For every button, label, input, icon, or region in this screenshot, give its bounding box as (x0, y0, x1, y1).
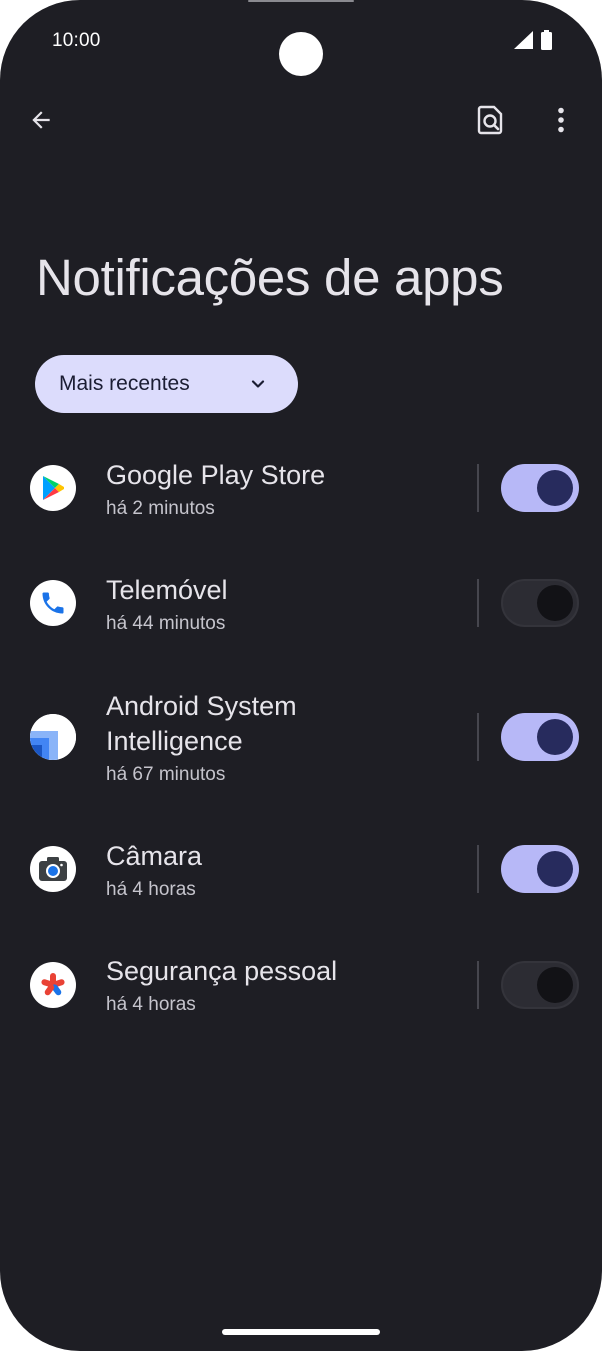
battery-icon (541, 30, 552, 50)
google-play-icon (30, 465, 76, 511)
row-divider (477, 464, 479, 512)
toggle-thumb (537, 585, 573, 621)
status-time: 10:00 (52, 30, 101, 51)
app-last-notification: há 67 minutos (106, 764, 226, 785)
app-name-line-2: Intelligence (106, 726, 243, 756)
page-title: Notificações de apps (36, 249, 504, 306)
chevron-down-icon (251, 380, 265, 388)
row-divider (477, 579, 479, 627)
signal-icon (514, 31, 533, 49)
search-settings-button[interactable] (467, 96, 515, 144)
toggle-thumb (537, 719, 573, 755)
search-settings-icon (477, 105, 503, 135)
app-last-notification: há 4 horas (106, 879, 196, 900)
app-name: Telemóvel (106, 575, 228, 605)
back-button[interactable] (17, 96, 65, 144)
personal-safety-icon (30, 962, 76, 1008)
notification-toggle-camara[interactable] (501, 845, 579, 893)
arrow-left-icon (32, 111, 50, 129)
app-last-notification: há 2 minutos (106, 498, 215, 519)
more-options-button[interactable] (537, 96, 585, 144)
more-vert-icon (558, 107, 564, 133)
row-divider (477, 961, 479, 1009)
phone-icon (30, 580, 76, 626)
status-icons (514, 30, 552, 50)
app-last-notification: há 4 horas (106, 994, 196, 1015)
app-name: Google Play Store (106, 460, 326, 490)
camera-cutout (279, 32, 323, 76)
row-divider (477, 713, 479, 761)
top-app-bar (0, 96, 602, 144)
app-name: Segurança pessoal (106, 956, 338, 986)
camera-icon (30, 846, 76, 892)
app-name-line-1: Android System (106, 691, 297, 721)
phone-screen: 10:00 Notificações de apps Mais recentes… (0, 0, 602, 1351)
toggle-thumb (537, 967, 573, 1003)
notification-toggle-telemovel[interactable] (501, 579, 579, 627)
notification-toggle-seguranca-pessoal[interactable] (501, 961, 579, 1009)
sort-filter-dropdown[interactable]: Mais recentes (35, 355, 298, 413)
app-name: Câmara (106, 841, 203, 871)
toggle-thumb (537, 470, 573, 506)
status-bar: 10:00 (0, 0, 602, 80)
toggle-thumb (537, 851, 573, 887)
sort-filter-label: Mais recentes (59, 372, 190, 395)
app-last-notification: há 44 minutos (106, 613, 226, 634)
notification-toggle-google-play-store[interactable] (501, 464, 579, 512)
row-divider (477, 845, 479, 893)
notification-toggle-android-system-intelligence[interactable] (501, 713, 579, 761)
android-system-intelligence-icon (30, 714, 76, 760)
home-gesture-bar[interactable] (222, 1329, 380, 1335)
